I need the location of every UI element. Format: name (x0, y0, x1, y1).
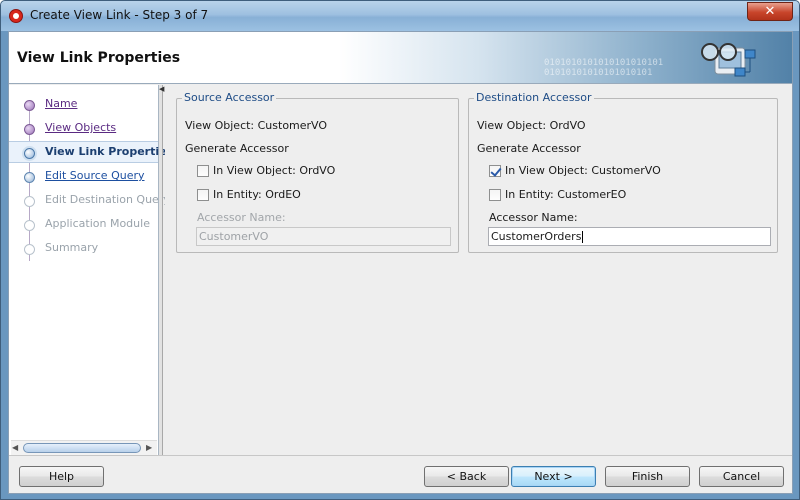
source-in-entity-checkbox[interactable] (197, 189, 209, 201)
nav-step-view-objects[interactable]: View Objects (9, 117, 158, 139)
page-title: View Link Properties (17, 50, 181, 66)
oracle-app-icon (9, 9, 23, 23)
header-binary-decoration: 0101010101010101010101 01010101010101010… (544, 58, 664, 78)
step-done-icon (24, 124, 35, 135)
main-panel: Source Accessor View Object: CustomerVO … (165, 85, 792, 455)
button-bar: Help < Back Next > Finish Cancel (9, 455, 792, 493)
destination-in-view-object-label: In View Object: CustomerVO (505, 164, 661, 177)
next-button[interactable]: Next > (511, 466, 596, 487)
destination-in-entity-checkbox[interactable] (489, 189, 501, 201)
source-accessor-title: Source Accessor (182, 91, 277, 104)
cancel-button[interactable]: Cancel (699, 466, 784, 487)
nav-step-label: View Link Properties (45, 145, 174, 158)
source-accessor-group: Source Accessor View Object: CustomerVO … (176, 91, 459, 253)
destination-accessor-title: Destination Accessor (474, 91, 594, 104)
panel-splitter[interactable]: ◀ (159, 85, 164, 455)
text-caret (582, 231, 584, 243)
header-banner: 0101010101010101010101 01010101010101010… (9, 32, 792, 84)
destination-accessor-group: Destination Accessor View Object: OrdVO … (468, 91, 778, 253)
scroll-thumb[interactable] (23, 443, 141, 453)
nav-step-label: Summary (45, 241, 99, 254)
wizard-window: Create View Link - Step 3 of 7 ✕ 0101010… (0, 0, 800, 500)
nav-step-label: View Objects (45, 121, 117, 134)
nav-step-summary: Summary (9, 237, 158, 259)
step-next-icon (24, 172, 35, 183)
collapse-arrow-icon[interactable]: ◀ (159, 85, 164, 93)
destination-accessor-name-value: CustomerOrders (491, 230, 582, 243)
scroll-left-icon[interactable]: ◀ (12, 443, 18, 452)
destination-accessor-name-input[interactable]: CustomerOrders (488, 227, 771, 246)
step-future-icon (24, 244, 35, 255)
source-view-object-label: View Object: CustomerVO (185, 119, 328, 132)
scroll-right-icon[interactable]: ▶ (146, 443, 152, 452)
wizard-step-nav: Name View Objects View Link Properties E… (9, 85, 173, 455)
nav-step-label: Edit Source Query (45, 169, 145, 182)
nav-step-label: Name (45, 97, 78, 110)
source-in-entity-label: In Entity: OrdEO (213, 188, 301, 201)
back-button[interactable]: < Back (424, 466, 509, 487)
destination-in-view-object-checkbox[interactable] (489, 165, 501, 177)
source-accessor-name-value: CustomerVO (199, 230, 269, 243)
nav-horizontal-scrollbar[interactable]: ◀ ▶ (11, 440, 157, 455)
step-future-icon (24, 220, 35, 231)
nav-step-label: Application Module (45, 217, 150, 230)
title-bar: Create View Link - Step 3 of 7 ✕ (1, 1, 799, 31)
step-done-icon (24, 100, 35, 111)
help-button[interactable]: Help (19, 466, 104, 487)
destination-view-object-label: View Object: OrdVO (477, 119, 586, 132)
finish-button[interactable]: Finish (605, 466, 690, 487)
nav-step-view-link-properties[interactable]: View Link Properties (9, 141, 173, 163)
source-accessor-name-field: CustomerVO (196, 227, 451, 246)
nav-step-label: Edit Destination Query (45, 193, 170, 206)
nav-step-edit-destination-query: Edit Destination Query (9, 189, 170, 211)
source-in-view-object-checkbox[interactable] (197, 165, 209, 177)
client-area: 0101010101010101010101 01010101010101010… (8, 31, 793, 494)
nav-step-application-module: Application Module (9, 213, 158, 235)
source-accessor-name-label: Accessor Name: (197, 211, 286, 224)
source-generate-accessor-label: Generate Accessor (185, 142, 289, 155)
step-future-icon (24, 196, 35, 207)
nav-step-name[interactable]: Name (9, 93, 158, 115)
destination-generate-accessor-label: Generate Accessor (477, 142, 581, 155)
step-current-icon (24, 148, 35, 159)
nav-step-edit-source-query[interactable]: Edit Source Query (9, 165, 158, 187)
destination-in-entity-label: In Entity: CustomerEO (505, 188, 627, 201)
destination-accessor-name-label: Accessor Name: (489, 211, 578, 224)
close-button[interactable]: ✕ (747, 2, 793, 21)
window-title: Create View Link - Step 3 of 7 (30, 8, 209, 22)
source-in-view-object-label: In View Object: OrdVO (213, 164, 336, 177)
glasses-icon (701, 43, 756, 77)
